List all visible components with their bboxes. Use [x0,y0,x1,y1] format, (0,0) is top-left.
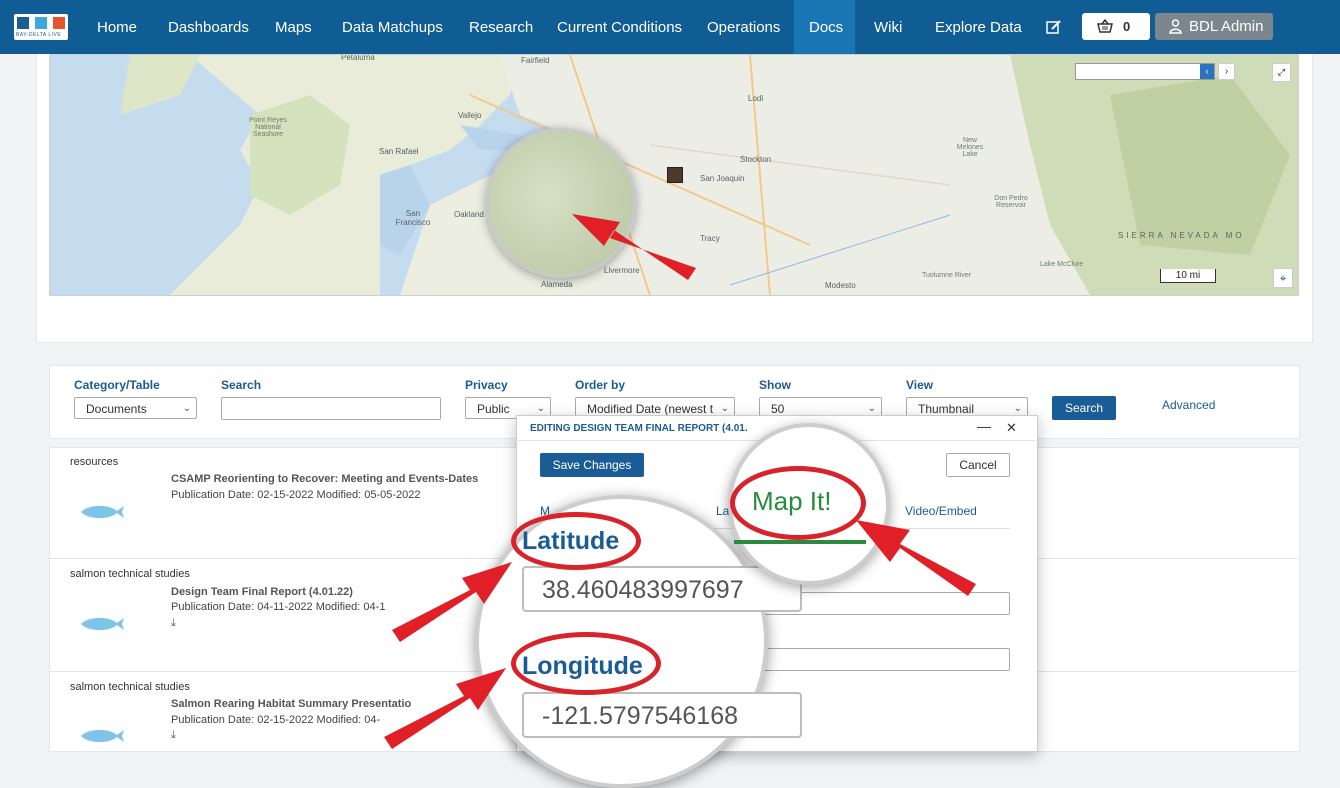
top-nav: BAY-DELTA LIVE Home Dashboards Maps Data… [0,0,1340,54]
close-icon[interactable]: ✕ [1006,420,1017,436]
salmon-thumbnail-icon[interactable] [79,614,125,634]
show-label: Show [759,378,791,392]
map-label-fairfield: Fairfield [521,56,550,65]
view-value: Thumbnail [918,402,975,416]
map-label-oakland: Oakland [454,210,484,219]
map-label-alameda: Alameda [541,280,573,289]
minimize-icon[interactable]: — [977,418,991,434]
map-label-petaluma: Petaluma [341,54,375,62]
result-title[interactable]: Design Team Final Report (4.01.22) [171,586,353,598]
nav-operations[interactable]: Operations [707,19,780,36]
category-value: Documents [86,402,147,416]
map-marker-tile[interactable] [667,167,683,183]
privacy-label: Privacy [465,378,508,392]
longitude-highlight [511,632,661,695]
order-by-label: Order by [575,378,626,392]
map-label-san-joaquin: San Joaquin [700,174,745,183]
map-search-icon[interactable]: ‹ [1200,64,1214,79]
search-button[interactable]: Search [1052,396,1116,420]
search-label: Search [221,378,262,392]
modal-title: EDITING DESIGN TEAM FINAL REPORT (4.01. [530,423,748,434]
map-expand-icon[interactable]: ⤢ [1272,63,1291,82]
map-label-don-pedro: Don Pedro Reservoir [994,195,1028,209]
map-it-active-underline [734,540,866,544]
order-by-value: Modified Date (newest t [587,402,714,416]
result-category: resources [70,456,119,468]
map-label-vallejo: Vallejo [458,111,482,120]
result-dates: Publication Date: 04-11-2022 Modified: 0… [171,601,386,613]
result-category: salmon technical studies [70,681,190,693]
cart-button[interactable]: 0 [1082,13,1150,40]
salmon-thumbnail-icon[interactable] [79,502,125,522]
map-label-modesto: Modesto [825,281,856,290]
nav-maps[interactable]: Maps [275,19,312,36]
category-select[interactable]: Documents ⌄ [74,397,197,419]
tab-video-embed[interactable]: Video/Embed [905,504,977,518]
nav-home[interactable]: Home [97,19,137,36]
map-label-san-francisco: San Francisco [395,209,431,227]
longitude-input[interactable]: -121.5797546168 [522,692,802,738]
map-locate-icon[interactable]: ⌖ [1273,268,1293,288]
map-label-sierra-nevada: SIERRA NEVADA MO [1118,231,1245,240]
category-label: Category/Table [74,378,160,392]
salmon-thumbnail-icon[interactable] [79,726,125,746]
map-magnifier-callout [486,128,636,278]
view-label: View [906,378,934,392]
search-input[interactable] [221,397,441,420]
latitude-input[interactable]: 38.460483997697 [522,566,802,612]
cart-count: 0 [1123,19,1131,34]
map-label-point-reyes: Point Reyes National Seashore [249,117,287,138]
map-label-san-rafael: San Rafael [379,147,419,156]
map-label-tuolumne-river: Tuolumne River [922,272,972,279]
result-title[interactable]: CSAMP Reorienting to Recover: Meeting an… [171,473,478,485]
map-label-lake-mcclure: Lake McClure [1040,261,1084,268]
show-value: 50 [771,402,785,416]
chevron-down-icon: ⌄ [182,403,191,414]
map-label-lodi: Lodi [748,94,764,103]
user-icon [1169,19,1182,34]
latitude-highlight [511,512,641,570]
map-label-tracy: Tracy [700,234,720,243]
save-changes-button[interactable]: Save Changes [540,453,644,477]
user-name: BDL Admin [1189,18,1264,35]
nav-current-conditions[interactable]: Current Conditions [557,19,682,36]
map-it-highlight [730,466,866,540]
user-menu[interactable]: BDL Admin [1155,13,1273,40]
cancel-button[interactable]: Cancel [946,453,1010,477]
result-category: salmon technical studies [70,568,190,580]
map-search-input[interactable]: ‹ [1075,63,1215,80]
nav-data-matchups[interactable]: Data Matchups [342,19,443,36]
map-scale-bar: 10 mi [1160,269,1216,283]
download-icon[interactable]: ⤓ [171,729,176,742]
nav-wiki[interactable]: Wiki [874,19,902,36]
advanced-link[interactable]: Advanced [1162,398,1215,412]
nav-explore-data[interactable]: Explore Data [935,19,1022,36]
nav-docs[interactable]: Docs [809,19,843,36]
map-label-stockton: Stockton [740,155,772,164]
nav-research[interactable]: Research [469,19,533,36]
download-icon[interactable]: ⤓ [171,617,176,630]
privacy-value: Public [477,402,510,416]
result-title[interactable]: Salmon Rearing Habitat Summary Presentat… [171,698,411,710]
edit-icon[interactable] [1046,19,1062,35]
result-dates: Publication Date: 02-15-2022 Modified: 0… [171,714,381,726]
bay-delta-live-logo[interactable]: BAY-DELTA LIVE [14,14,68,40]
map-forward-arrow-icon[interactable]: › [1218,63,1235,80]
logo-text: BAY-DELTA LIVE [16,32,62,38]
map-label-livermore: Livermore [604,266,640,275]
longitude-field[interactable] [740,648,1010,671]
map-label-new-melones: New Melones Lake [956,137,984,158]
nav-dashboards[interactable]: Dashboards [168,19,249,36]
result-dates: Publication Date: 02-15-2022 Modified: 0… [171,489,421,501]
basket-icon [1097,19,1113,33]
